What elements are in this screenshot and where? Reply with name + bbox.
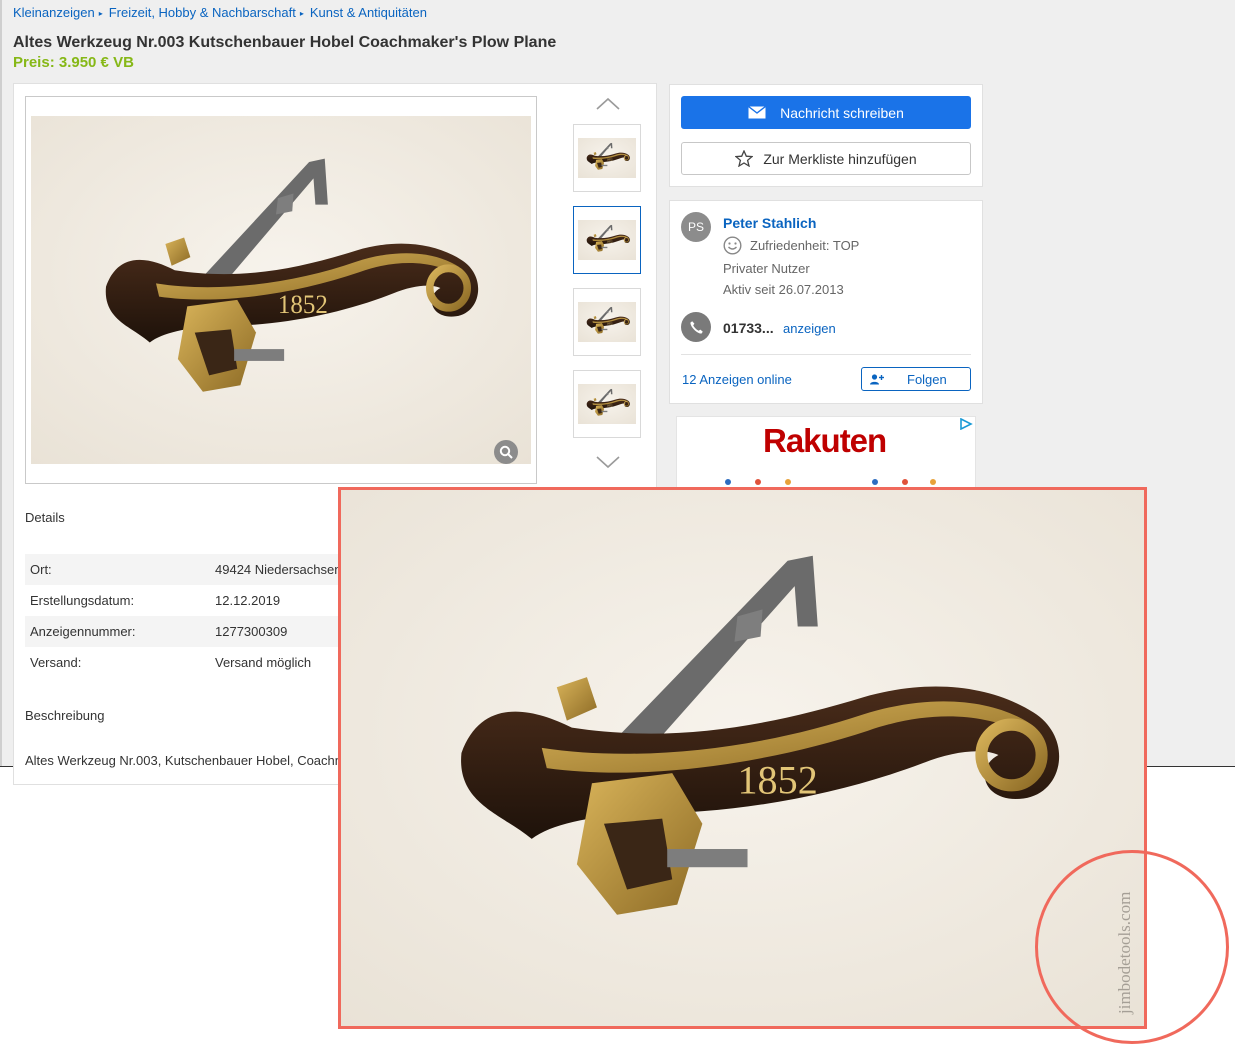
add-to-watchlist-label: Zur Merkliste hinzufügen	[763, 150, 917, 167]
zoom-button[interactable]	[494, 440, 518, 464]
add-user-icon	[870, 373, 884, 384]
phone-icon	[681, 312, 711, 342]
watermark-highlight-circle	[1035, 850, 1229, 1044]
magnifier-icon	[499, 445, 513, 459]
detail-value: 49424 Niedersachsen	[215, 562, 342, 577]
thumbnail-1[interactable]	[573, 124, 641, 192]
thumbnail-3[interactable]	[573, 288, 641, 356]
seller-name[interactable]: Peter Stahlich	[723, 215, 816, 231]
seller-satisfaction: Zufriedenheit: TOP	[723, 236, 859, 255]
seller-avatar: PS	[681, 212, 711, 242]
main-image-frame[interactable]	[25, 96, 537, 484]
seller-divider	[681, 354, 971, 355]
breadcrumb-separator: ▸	[299, 9, 304, 18]
seller-phone-number: 01733...	[723, 320, 774, 336]
detail-row-location: Ort: 49424 Niedersachsen	[25, 554, 355, 585]
description-text: Altes Werkzeug Nr.003, Kutschenbauer Hob…	[25, 753, 345, 768]
enlarged-comparison-image	[338, 487, 1147, 1029]
detail-value: Versand möglich	[215, 655, 312, 670]
thumbnail-2[interactable]	[573, 206, 641, 274]
detail-value: 12.12.2019	[215, 593, 281, 608]
thumbnail-image	[578, 302, 636, 342]
write-message-label: Nachricht schreiben	[780, 104, 904, 121]
smiley-icon	[723, 236, 742, 255]
detail-key: Ort:	[30, 562, 52, 577]
thumbnail-scroll-up-icon[interactable]	[595, 96, 621, 112]
comparison-photo	[341, 490, 1144, 1026]
detail-key: Anzeigennummer:	[30, 624, 136, 639]
thumbnail-4[interactable]	[573, 370, 641, 438]
listing-title: Altes Werkzeug Nr.003 Kutschenbauer Hobe…	[13, 34, 557, 51]
add-to-watchlist-button[interactable]: Zur Merkliste hinzufügen	[681, 142, 971, 175]
details-heading: Details	[25, 510, 65, 525]
satisfaction-label: Zufriedenheit: TOP	[750, 238, 860, 253]
envelope-icon	[748, 106, 767, 119]
seller-active-since: Aktiv seit 26.07.2013	[723, 282, 844, 297]
detail-value: 1277300309	[215, 624, 288, 639]
breadcrumb-item-hobby[interactable]: Freizeit, Hobby & Nachbarschaft	[109, 5, 296, 20]
ad-brand-logo[interactable]: Rakuten	[763, 422, 887, 460]
detail-row-date: Erstellungsdatum: 12.12.2019	[25, 585, 355, 616]
detail-key: Versand:	[30, 655, 82, 670]
main-image[interactable]	[31, 116, 531, 464]
follow-label: Folgen	[907, 371, 947, 387]
left-border	[0, 0, 2, 766]
detail-row-shipping: Versand: Versand möglich	[25, 647, 355, 678]
thumbnail-image	[578, 138, 636, 178]
breadcrumb-item-home[interactable]: Kleinanzeigen	[13, 5, 95, 20]
show-phone-link[interactable]: anzeigen	[783, 321, 836, 336]
follow-button[interactable]: Folgen	[861, 367, 971, 391]
breadcrumb-separator: ▸	[98, 9, 103, 18]
listing-price: Preis: 3.950 € VB	[13, 54, 134, 71]
write-message-button[interactable]: Nachricht schreiben	[681, 96, 971, 129]
thumbnail-scroll-down-icon[interactable]	[595, 454, 621, 470]
seller-type: Privater Nutzer	[723, 261, 810, 276]
star-icon	[735, 150, 754, 167]
thumbnail-image	[578, 220, 636, 260]
details-table: Ort: 49424 Niedersachsen Erstellungsdatu…	[25, 554, 355, 678]
ad-choices-icon[interactable]	[959, 418, 973, 430]
ad-product-strip	[725, 479, 936, 485]
breadcrumb-item-art[interactable]: Kunst & Antiquitäten	[310, 5, 427, 20]
breadcrumb: Kleinanzeigen ▸ Freizeit, Hobby & Nachbars…	[13, 5, 427, 20]
detail-key: Erstellungsdatum:	[30, 593, 135, 608]
thumbnail-image	[578, 384, 636, 424]
seller-ads-online-link[interactable]: 12 Anzeigen online	[682, 372, 792, 387]
detail-row-ad-number: Anzeigennummer: 1277300309	[25, 616, 355, 647]
description-heading: Beschreibung	[25, 708, 105, 723]
